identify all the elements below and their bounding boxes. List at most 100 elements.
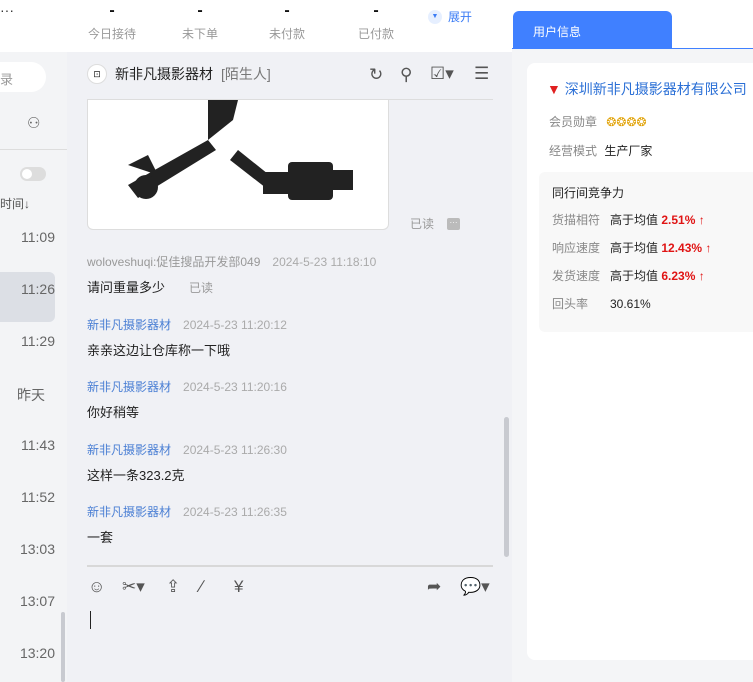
company-card: ▼ 深圳新非凡摄影器材有限公司 会员勋章 ❂❂❂❂ 经营模式 生产厂家 同行间竞… (527, 63, 753, 660)
menu-icon[interactable]: ☰ (474, 64, 489, 84)
conversation-time[interactable]: 13:07 (0, 593, 55, 609)
product-image[interactable] (87, 100, 389, 230)
selected-conversation[interactable] (0, 272, 55, 322)
conversation-time[interactable]: 11:29 (0, 333, 55, 349)
label: 经营模式 (549, 144, 598, 158)
search-input[interactable]: 录 (0, 62, 46, 92)
competitiveness-box: 同行间竞争力 货描相符 高于均值 2.51% ↑ 响应速度 高于均值 12.43% … (539, 172, 753, 332)
compete-row: 货描相符 高于均值 2.51% ↑ (552, 211, 705, 228)
scrollbar[interactable] (61, 612, 65, 682)
message-text: 亲亲这边让仓库称一下哦 (87, 343, 231, 358)
prefix: 高于均值 (610, 241, 659, 255)
sender: 新非凡摄影器材 (87, 443, 172, 457)
read-status: 已读 (189, 281, 214, 295)
stat-value: - (373, 2, 379, 19)
chat-title: 新非凡摄影器材 (115, 66, 213, 82)
org-tree-icon[interactable]: ⚇ (27, 114, 40, 132)
stat-today: - 今日接待 (77, 0, 147, 42)
stat-value: - (284, 2, 290, 19)
message-text: 一套 (87, 530, 114, 545)
medal-icons: ❂❂❂❂ (606, 115, 647, 129)
prefix: 高于均值 (610, 213, 659, 227)
value: 2.51% (661, 213, 696, 227)
sort-dropdown[interactable]: 时间↓ (0, 195, 30, 212)
badge-row: 会员勋章 ❂❂❂❂ (549, 113, 647, 130)
conversation-time[interactable]: 11:52 (0, 489, 55, 505)
add-user-icon[interactable]: ⚲ (400, 65, 412, 85)
message-meta: 新非凡摄影器材 2024-5-23 11:20:16 (87, 378, 287, 395)
conversation-time[interactable]: 13:03 (0, 541, 55, 557)
stat-value: - (197, 2, 203, 19)
competitiveness-title: 同行间竞争力 (552, 186, 625, 200)
stat-label: 未付款 (268, 27, 305, 41)
conversation-time[interactable]: 11:09 (0, 229, 55, 245)
message-meta: 新非凡摄影器材 2024-5-23 11:26:30 (87, 441, 287, 458)
label: 会员勋章 (549, 115, 598, 129)
value: 12.43% (661, 241, 703, 255)
repeat-row: 回头率 30.61% (552, 295, 651, 312)
conversation-time[interactable]: 11:43 (0, 437, 55, 453)
divider (0, 149, 67, 150)
quick-calc-icon[interactable]: ∕ (200, 577, 203, 597)
conversation-time[interactable]: 11:26 (0, 281, 55, 297)
message-meta: 新非凡摄影器材 2024-5-23 11:26:35 (87, 503, 287, 520)
message-text: 这样一条323.2克 (87, 468, 185, 483)
screenshot-scissors-icon[interactable]: ✂▾ (122, 577, 145, 597)
chat-history-icon[interactable]: 💬▾ (460, 577, 490, 597)
read-status: 已读 (410, 217, 435, 231)
message-meta: woloveshuqi:促佳搜品开发部049 2024-5-23 11:18:10 (87, 253, 376, 270)
label: 回头率 (552, 297, 589, 311)
mode-row: 经营模式 生产厂家 (549, 142, 652, 159)
timestamp: 2024-5-23 11:20:12 (183, 318, 287, 332)
stat-value: - (109, 2, 115, 19)
search-placeholder: 录 (0, 72, 14, 87)
arrow-up-icon: ↑ (705, 241, 712, 255)
conversation-time[interactable]: 昨天 (17, 385, 45, 405)
prefix: 高于均值 (610, 269, 659, 283)
timestamp: 2024-5-23 11:26:35 (183, 505, 287, 519)
bull-logo-icon: ▼ (547, 81, 561, 97)
more-icon[interactable]: ··· (447, 218, 460, 230)
sender: 新非凡摄影器材 (87, 318, 172, 332)
message: 请问重量多少 已读 (87, 277, 213, 296)
stat-label: 今日接待 (87, 27, 136, 41)
upload-icon[interactable]: ⇪ (166, 577, 180, 597)
emoji-icon[interactable]: ☺ (88, 577, 105, 597)
conversation-list: 录 ⚇ 时间↓ 11:09 11:26 11:29 昨天 11:43 11:52… (0, 52, 67, 682)
scrollbar[interactable] (504, 417, 509, 557)
toggle-switch[interactable] (20, 167, 46, 181)
stat-paid: - 已付款 (341, 0, 411, 42)
expand-button[interactable]: ▼ 展开 (428, 8, 472, 25)
message-input[interactable] (87, 609, 493, 682)
stats-bar: ··· - 今日接待 - 未下单 - 未付款 - 已付款 ▼ 展开 (0, 0, 512, 52)
more-icon[interactable]: ··· (0, 2, 14, 18)
message-text: 你好稍等 (87, 405, 140, 420)
label: 响应速度 (552, 241, 601, 255)
timestamp: 2024-5-23 11:18:10 (272, 255, 377, 269)
stranger-tag: [陌生人] (221, 66, 271, 82)
repeat-value: 30.61% (610, 297, 651, 311)
expand-label: 展开 (448, 10, 473, 24)
value: 6.23% (661, 269, 696, 283)
divider (87, 565, 493, 567)
stat-label: 未下单 (181, 27, 218, 41)
stat-no-order: - 未下单 (165, 0, 235, 42)
sender: 新非凡摄影器材 (87, 380, 172, 394)
stat-unpaid: - 未付款 (252, 0, 322, 42)
mode-value: 生产厂家 (604, 144, 653, 158)
company-name-link[interactable]: ▼ 深圳新非凡摄影器材有限公司 (547, 79, 747, 99)
stat-label: 已付款 (357, 27, 394, 41)
tab-user-info[interactable]: 用户信息 (513, 11, 672, 49)
timestamp: 2024-5-23 11:20:16 (183, 380, 287, 394)
chat-panel: ⊡ 新非凡摄影器材 [陌生人] ↻ ⚲ ☑▾ ☰ 已读 ··· wolovesh… (67, 52, 512, 682)
chevron-down-icon: ▼ (428, 9, 442, 24)
conversation-time[interactable]: 13:20 (0, 645, 55, 661)
price-yen-icon[interactable]: ¥ (234, 577, 243, 597)
arrow-up-icon: ↑ (698, 213, 705, 227)
task-check-icon[interactable]: ☑▾ (430, 64, 454, 84)
refresh-icon[interactable]: ↻ (369, 65, 383, 85)
share-icon[interactable]: ➦ (427, 577, 441, 597)
arrow-up-icon: ↑ (698, 269, 705, 283)
avatar[interactable]: ⊡ (87, 64, 107, 84)
compete-row: 响应速度 高于均值 12.43% ↑ (552, 239, 711, 256)
